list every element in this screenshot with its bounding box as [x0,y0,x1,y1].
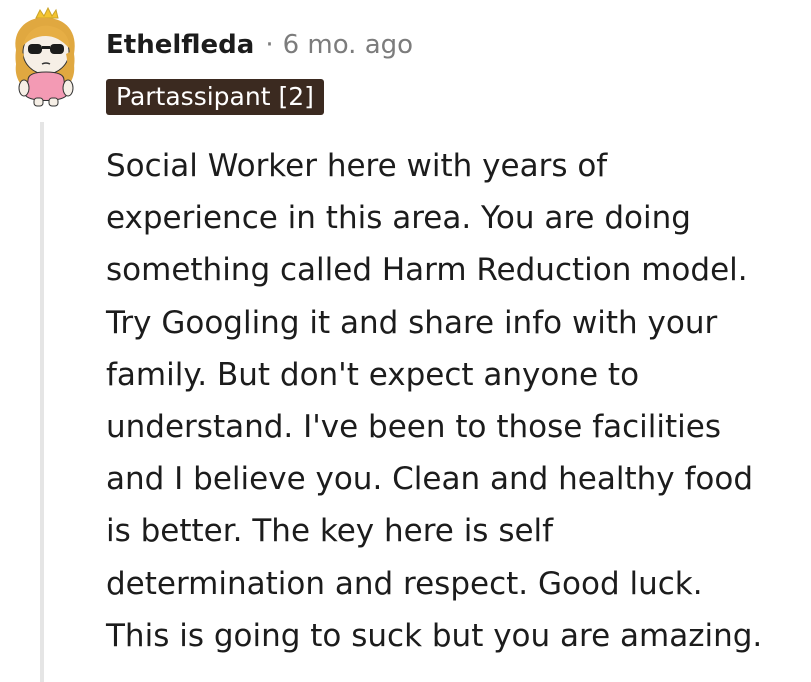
comment-body-line: something called Harm Reduction model. [106,252,748,289]
comment-body-line: family. But don't expect anyone to [106,356,640,393]
comment-body-line: experience in this area. You are doing [106,200,691,237]
comment-body-line: determination and respect. Good luck. [106,565,703,602]
meta-separator: · [265,30,274,60]
comment-timestamp[interactable]: 6 mo. ago [283,28,413,62]
comment-body-line: understand. I've been to those facilitie… [106,409,721,446]
comment-body-line: Social Worker here with years of [106,148,608,184]
comment-header: Ethelfleda · 6 mo. ago [106,28,413,62]
avatar-icon [15,6,75,107]
username-link[interactable]: Ethelfleda [106,28,254,62]
comment-body-line: This is going to suck but you are amazin… [106,617,763,654]
comment-body-line: Try Googling it and share info with your [106,304,718,341]
user-flair-badge: Partassipant [2] [106,79,324,115]
comment-body-line: is better. The key here is self [106,513,554,550]
user-avatar[interactable] [6,6,84,110]
comment-body: Social Worker here with years of experie… [106,140,806,662]
comment-body-line: and I believe you. Clean and healthy foo… [106,461,754,498]
thread-collapse-line[interactable] [40,122,44,682]
